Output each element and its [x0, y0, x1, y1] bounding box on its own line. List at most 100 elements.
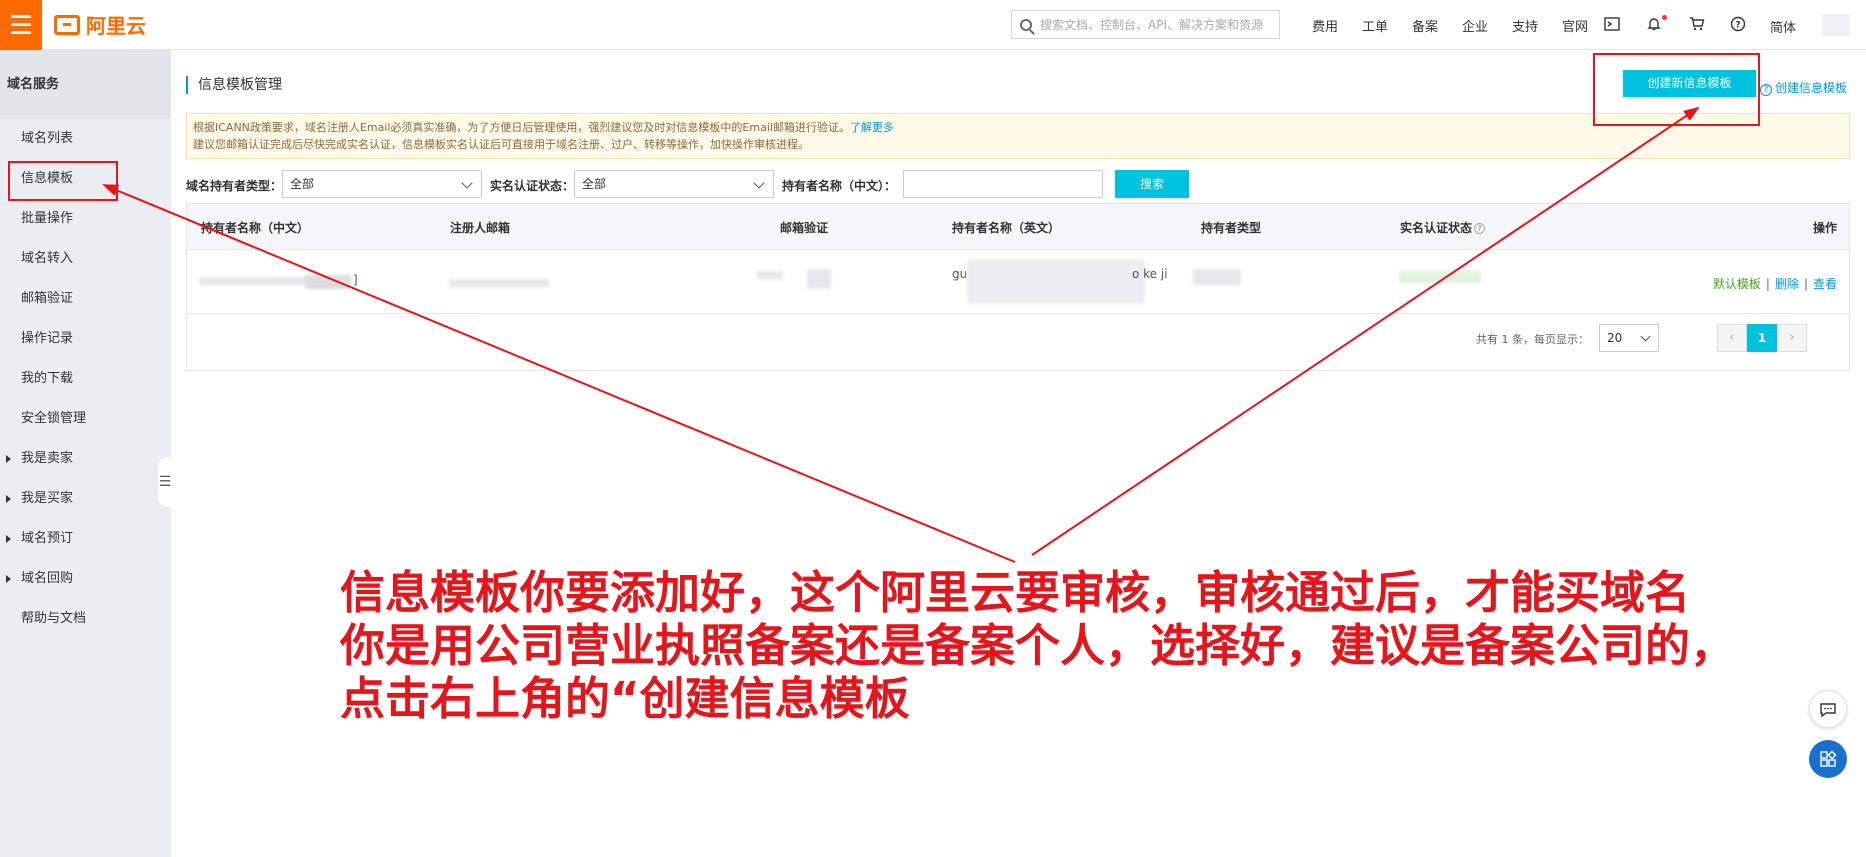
- sidebar-item-label: 操作记录: [21, 331, 74, 346]
- redacted-email-verify: [757, 271, 783, 279]
- row-ops: 默认模板 | 删除 | 查看: [1713, 275, 1837, 292]
- question-icon: ?: [1760, 84, 1772, 96]
- holder-type-value: 全部: [290, 177, 315, 191]
- annotation-line-3: 点击右上角的“创建信息模板: [340, 672, 910, 725]
- global-search-input[interactable]: 搜索文档、控制台、API、解决方案和资源: [1011, 10, 1280, 39]
- next-page-button[interactable]: ›: [1777, 324, 1807, 352]
- sidebar-item-6[interactable]: 我的下载: [0, 359, 171, 399]
- holder-name-label: 持有者名称（中文）：: [782, 179, 897, 193]
- col-verify-status-label: 实名认证状态: [1400, 221, 1473, 235]
- search-button[interactable]: 搜索: [1115, 170, 1189, 198]
- notice-line-1: 根据ICANN政策要求，域名注册人Email必须真实准确，为了方便日后管理使用，…: [193, 121, 850, 134]
- col-verify-status: 实名认证状态?: [1400, 219, 1486, 236]
- sidebar-item-label: 帮助与文档: [21, 611, 87, 626]
- nav-enterprise[interactable]: 企业: [1450, 16, 1500, 35]
- sidebar-item-label: 我的下载: [21, 371, 74, 386]
- verify-status-label: 实名认证状态：: [490, 179, 575, 193]
- chat-icon[interactable]: [1809, 690, 1847, 728]
- redacted-email-verify-2: [807, 269, 831, 289]
- table-header: 持有者名称（中文） 注册人邮箱 邮箱验证 持有者名称（英文） 持有者类型 实名认…: [187, 204, 1849, 250]
- sidebar-item-5[interactable]: 操作记录: [0, 319, 171, 359]
- svg-text:?: ?: [1735, 21, 1740, 31]
- sidebar-item-label: 域名转入: [21, 251, 74, 266]
- caret-right-icon: [6, 535, 11, 543]
- filter-bar: 域名持有者类型： 全部 实名认证状态： 全部 持有者名称（中文）：: [186, 170, 1186, 198]
- table-row: ] gu o ke ji 默认模板 | 删除 | 查看: [187, 251, 1849, 314]
- create-template-help-link[interactable]: ? 创建信息模板: [1760, 79, 1847, 96]
- search-icon: [1020, 18, 1032, 31]
- chevron-down-icon: [1640, 331, 1651, 342]
- sidebar-item-7[interactable]: 安全锁管理: [0, 399, 171, 439]
- page-size-select[interactable]: 20: [1599, 324, 1659, 352]
- nav-filing[interactable]: 备案: [1400, 16, 1450, 35]
- sidebar-item-2[interactable]: 批量操作: [0, 199, 171, 239]
- nav-support[interactable]: 支持: [1500, 16, 1550, 35]
- cart-icon[interactable]: [1688, 16, 1706, 34]
- delete-link[interactable]: 删除: [1775, 277, 1799, 291]
- col-holder-name-en: 持有者名称（英文）: [952, 221, 1061, 235]
- sidebar-item-label: 域名预订: [21, 531, 74, 546]
- prev-page-button[interactable]: ‹: [1717, 324, 1747, 352]
- sidebar-collapse-icon[interactable]: ☰: [158, 457, 172, 507]
- caret-right-icon: [6, 575, 11, 583]
- ops-divider: |: [1765, 277, 1770, 291]
- template-table: 持有者名称（中文） 注册人邮箱 邮箱验证 持有者名称（英文） 持有者类型 实名认…: [186, 203, 1850, 371]
- verify-status-select[interactable]: 全部: [574, 170, 774, 198]
- apps-icon[interactable]: [1809, 740, 1847, 778]
- annotation-line-2: 你是用公司营业执照备案还是备案个人，选择好，建议是备案公司的，: [340, 619, 1736, 672]
- ops-divider: |: [1803, 277, 1808, 291]
- page-1-button[interactable]: 1: [1747, 324, 1777, 352]
- annotation-line-1: 信息模板你要添加好，这个阿里云要审核，审核通过后，才能买域名: [340, 566, 1691, 619]
- menu-icon[interactable]: [0, 0, 42, 50]
- help-icon[interactable]: ?: [1729, 16, 1747, 34]
- avatar[interactable]: [1822, 14, 1850, 36]
- sidebar-item-0[interactable]: 域名列表: [0, 119, 171, 159]
- holder-name-input[interactable]: [903, 170, 1103, 198]
- sidebar-title: 域名服务: [0, 50, 171, 119]
- sidebar-item-9[interactable]: 我是买家: [0, 479, 171, 519]
- name-en-head: gu: [952, 267, 968, 281]
- search-placeholder: 搜索文档、控制台、API、解决方案和资源: [1040, 18, 1263, 32]
- caret-right-icon: [6, 495, 11, 503]
- chevron-down-icon: [461, 177, 473, 189]
- col-holder-type: 持有者类型: [1201, 221, 1262, 235]
- nav-fees[interactable]: 费用: [1300, 16, 1350, 35]
- sidebar-item-8[interactable]: 我是卖家: [0, 439, 171, 479]
- logo-mark-icon: [54, 14, 80, 35]
- pagination: 共有 1 条，每页显示： 20 ‹ 1 ›: [1239, 324, 1839, 352]
- col-holder-name-cn: 持有者名称（中文）: [201, 221, 310, 235]
- language-switch[interactable]: 简体: [1770, 17, 1796, 36]
- name-en-tail: o ke ji: [1132, 267, 1168, 281]
- sidebar-item-label: 我是卖家: [21, 451, 74, 466]
- highlight-box-create-button: [1593, 53, 1760, 126]
- sidebar-item-label: 邮箱验证: [21, 291, 74, 306]
- sidebar-item-label: 安全锁管理: [21, 411, 87, 426]
- col-email: 注册人邮箱: [450, 221, 511, 235]
- nav-tickets[interactable]: 工单: [1350, 16, 1400, 35]
- learn-more-link[interactable]: 了解更多: [850, 121, 894, 134]
- redacted-email: [449, 279, 549, 287]
- sidebar-item-11[interactable]: 域名回购: [0, 559, 171, 599]
- terminal-icon[interactable]: [1603, 16, 1621, 34]
- sidebar-item-12[interactable]: 帮助与文档: [0, 599, 171, 639]
- aliyun-logo[interactable]: 阿里云: [54, 10, 146, 39]
- logo-text: 阿里云: [86, 14, 146, 38]
- default-template-link[interactable]: 默认模板: [1713, 277, 1761, 291]
- redacted-block: [305, 275, 351, 289]
- notification-dot: [1662, 15, 1667, 20]
- bell-icon[interactable]: [1645, 16, 1663, 34]
- view-link[interactable]: 查看: [1813, 277, 1837, 291]
- sidebar-item-4[interactable]: 邮箱验证: [0, 279, 171, 319]
- redacted-name-cn: [199, 277, 319, 285]
- pager-summary: 共有 1 条，每页显示：: [1476, 333, 1589, 346]
- nav-website[interactable]: 官网: [1550, 16, 1600, 35]
- col-ops: 操作: [1812, 221, 1837, 235]
- sidebar-item-label: 域名列表: [21, 131, 74, 146]
- annotation-text: 信息模板你要添加好，这个阿里云要审核，审核通过后，才能买域名 你是用公司营业执照…: [340, 566, 1735, 725]
- sidebar-item-3[interactable]: 域名转入: [0, 239, 171, 279]
- notice-line-2: 建议您邮箱认证完成后尽快完成实名认证，信息模板实名认证后可直接用于域名注册、过户…: [193, 138, 809, 151]
- sidebar-item-label: 我是买家: [21, 491, 74, 506]
- highlight-box-sidebar: [8, 161, 118, 201]
- holder-type-select[interactable]: 全部: [282, 170, 482, 198]
- sidebar-item-10[interactable]: 域名预订: [0, 519, 171, 559]
